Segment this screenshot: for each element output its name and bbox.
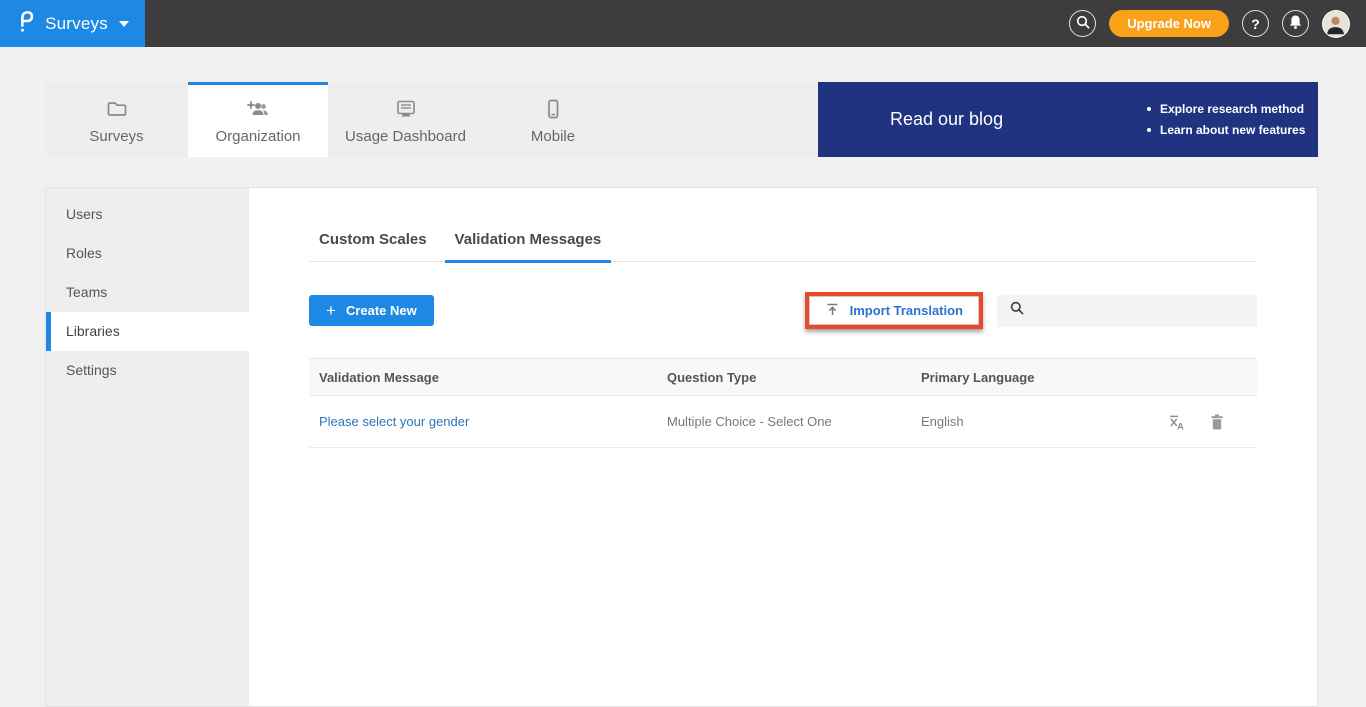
search-icon xyxy=(1009,300,1025,321)
topbar: Surveys Upgrade Now ? xyxy=(0,0,1366,47)
upload-icon xyxy=(825,302,840,320)
tab-mobile-label: Mobile xyxy=(531,128,575,145)
mobile-icon xyxy=(541,97,565,121)
notifications-button[interactable] xyxy=(1282,10,1309,37)
tab-usage-dashboard[interactable]: Usage Dashboard xyxy=(328,82,483,157)
dashboard-icon xyxy=(394,97,418,121)
avatar-image xyxy=(1323,11,1348,36)
upgrade-now-button[interactable]: Upgrade Now xyxy=(1109,10,1229,37)
banner-bullet: Learn about new features xyxy=(1147,120,1305,141)
svg-text:A: A xyxy=(1177,421,1184,431)
sidebar-item-teams[interactable]: Teams xyxy=(46,273,249,312)
sidebar-item-roles[interactable]: Roles xyxy=(46,234,249,273)
validation-message-link[interactable]: Please select your gender xyxy=(319,414,469,429)
person-add-icon xyxy=(245,97,271,121)
banner-bullets: Explore research method Learn about new … xyxy=(1147,99,1305,141)
row-actions: A xyxy=(1111,413,1257,431)
tab-organization-label: Organization xyxy=(215,128,300,145)
column-header-question-type: Question Type xyxy=(667,370,921,385)
app-menu-label: Surveys xyxy=(45,14,108,34)
create-new-button[interactable]: + Create New xyxy=(309,295,434,326)
toolbar: + Create New Import Translation xyxy=(309,292,1257,329)
create-new-label: Create New xyxy=(346,303,417,318)
promo-banner[interactable]: Read our blog Explore research method Le… xyxy=(818,82,1318,157)
sidebar-item-libraries[interactable]: Libraries xyxy=(46,312,249,351)
questionpro-logo-icon xyxy=(16,7,36,40)
question-icon: ? xyxy=(1251,16,1260,32)
content-tabs: Custom Scales Validation Messages xyxy=(309,231,1257,262)
tab-validation-messages[interactable]: Validation Messages xyxy=(445,231,612,261)
main-nav: Surveys Organization Usage Dashboard xyxy=(45,82,818,157)
help-button[interactable]: ? xyxy=(1242,10,1269,37)
bell-icon xyxy=(1288,14,1303,33)
tab-usage-dashboard-label: Usage Dashboard xyxy=(345,128,466,145)
import-translation-button[interactable]: Import Translation xyxy=(809,296,979,325)
table-search[interactable] xyxy=(997,295,1257,327)
table-row: Please select your gender Multiple Choic… xyxy=(309,396,1257,448)
tab-mobile[interactable]: Mobile xyxy=(483,82,623,157)
main-panel: Users Roles Teams Libraries Settings Cus… xyxy=(45,187,1318,707)
question-type-cell: Multiple Choice - Select One xyxy=(667,414,921,429)
table-header: Validation Message Question Type Primary… xyxy=(309,358,1257,396)
search-button[interactable] xyxy=(1069,10,1096,37)
import-highlight-annotation: Import Translation xyxy=(805,292,983,329)
import-translation-label: Import Translation xyxy=(850,303,963,318)
tab-surveys-label: Surveys xyxy=(89,128,143,145)
avatar[interactable] xyxy=(1322,10,1350,38)
folder-icon xyxy=(105,97,129,121)
search-input[interactable] xyxy=(1033,303,1245,318)
tab-organization[interactable]: Organization xyxy=(188,82,328,157)
column-header-validation-message: Validation Message xyxy=(309,370,667,385)
trash-icon[interactable] xyxy=(1209,413,1227,431)
sidebar-item-settings[interactable]: Settings xyxy=(46,351,249,390)
content-area: Custom Scales Validation Messages + Crea… xyxy=(249,188,1317,706)
primary-language-cell: English xyxy=(921,414,1111,429)
column-header-primary-language: Primary Language xyxy=(921,370,1111,385)
topbar-actions: Upgrade Now ? xyxy=(1069,10,1366,38)
tab-surveys[interactable]: Surveys xyxy=(45,82,188,157)
product-switcher[interactable]: Surveys xyxy=(0,0,145,47)
banner-bullet: Explore research method xyxy=(1147,99,1305,120)
plus-icon: + xyxy=(326,302,336,319)
sidebar-item-users[interactable]: Users xyxy=(46,195,249,234)
banner-title[interactable]: Read our blog xyxy=(890,82,1003,157)
search-icon xyxy=(1075,14,1091,33)
sidebar: Users Roles Teams Libraries Settings xyxy=(46,188,249,706)
tab-custom-scales[interactable]: Custom Scales xyxy=(309,231,437,261)
validation-messages-table: Validation Message Question Type Primary… xyxy=(309,358,1257,448)
translate-icon[interactable]: A xyxy=(1167,413,1185,431)
chevron-down-icon xyxy=(119,21,129,27)
